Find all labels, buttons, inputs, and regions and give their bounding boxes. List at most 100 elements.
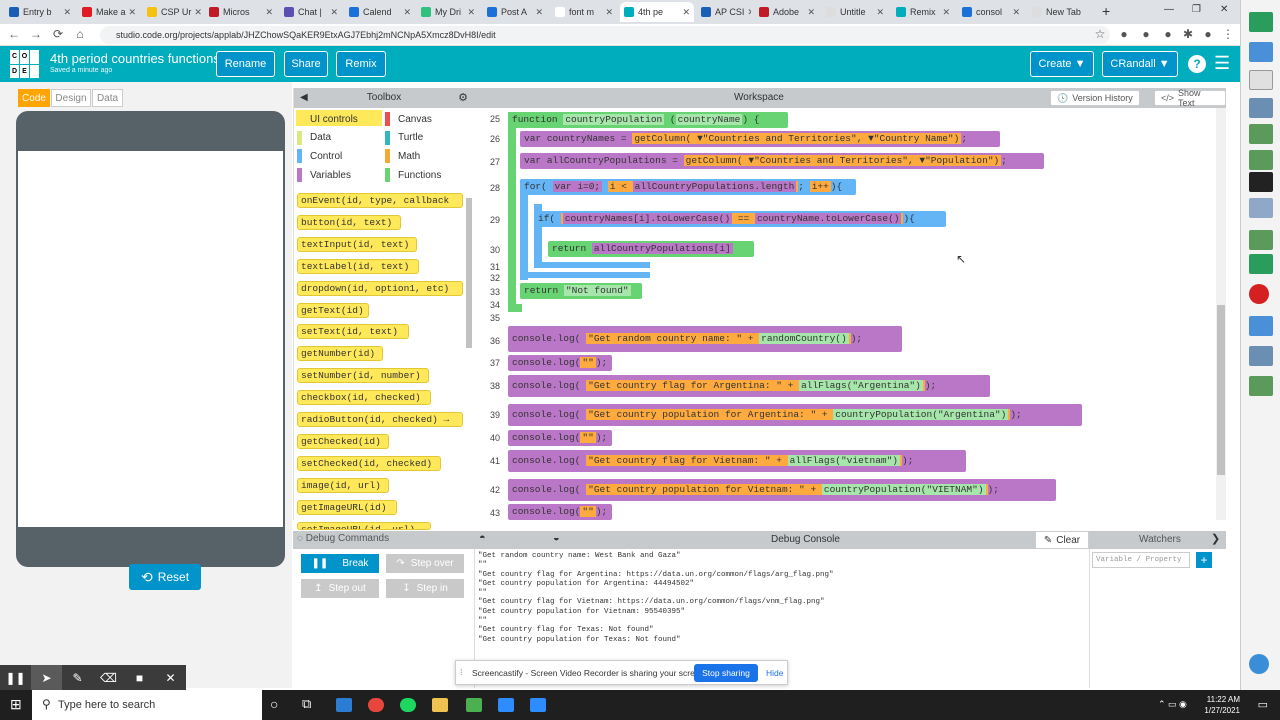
eraser-icon[interactable]: ⌫ xyxy=(93,665,124,691)
help-icon[interactable]: ? xyxy=(1188,55,1206,73)
console-log-block[interactable]: console.log( "Get country flag for Vietn… xyxy=(508,450,966,472)
monitor-icon[interactable] xyxy=(1249,98,1273,118)
console-log-block[interactable]: console.log(""); xyxy=(508,430,612,446)
terminal-icon[interactable] xyxy=(1249,172,1273,192)
minimize-icon[interactable]: — xyxy=(1164,4,1174,15)
hamburger-menu-icon[interactable]: ☰ xyxy=(1214,53,1230,74)
close-tab-icon[interactable]: ✕ xyxy=(873,7,884,18)
toolbox-block[interactable]: textLabel(id, text) xyxy=(297,258,419,274)
system-tray-icons[interactable]: ⌃ ▭ ◉ xyxy=(1158,699,1187,710)
cortana-icon[interactable]: ○ xyxy=(270,696,278,712)
reset-button[interactable]: ⟲ Reset xyxy=(129,564,201,590)
close-tab-icon[interactable]: ✕ xyxy=(804,7,815,18)
function-name[interactable]: countryPopulation xyxy=(563,114,665,125)
pen-icon[interactable]: ✎ xyxy=(62,665,93,691)
edge-icon[interactable] xyxy=(336,698,352,712)
toolbox-block[interactable]: button(id, text) xyxy=(297,214,401,230)
close-tab-icon[interactable]: ✕ xyxy=(400,7,411,18)
console-log-block[interactable]: console.log(""); xyxy=(508,355,612,371)
console-log-block[interactable]: console.log( "Get country population for… xyxy=(508,404,1082,426)
toolbox-category[interactable]: Control xyxy=(297,148,342,164)
close-tab-icon[interactable]: ✕ xyxy=(744,7,751,18)
user-menu[interactable]: CRandall ▼ xyxy=(1102,51,1178,77)
window-icon[interactable] xyxy=(1249,42,1273,62)
toolbox-block[interactable]: setImageURL(id, url) xyxy=(297,521,431,530)
toolbox-block[interactable]: onEvent(id, type, callback xyxy=(297,193,463,208)
collapse-toolbox-icon[interactable]: ◀ xyxy=(300,88,308,108)
close-tab-icon[interactable]: ✕ xyxy=(1009,7,1020,18)
toolbox-category[interactable]: Variables xyxy=(297,167,351,183)
globe-icon[interactable] xyxy=(1249,654,1269,674)
loop-condition[interactable]: i < allCountryPopulations.length xyxy=(607,181,799,192)
chrome-icon[interactable] xyxy=(368,698,384,712)
show-text-button[interactable]: </> Show Text xyxy=(1154,88,1226,108)
browser-tab[interactable]: consol ✕ xyxy=(958,2,1024,22)
string-literal[interactable]: "" xyxy=(580,506,596,517)
extension-icon[interactable]: ● xyxy=(1138,27,1154,41)
if-block[interactable]: if( countryNames[i].toLowerCase() == cou… xyxy=(534,211,946,227)
concat-expression[interactable]: "Get country flag for Argentina: " + all… xyxy=(586,380,925,391)
turtle-icon[interactable]: ◒ xyxy=(553,532,560,544)
collapse-watchers-icon[interactable]: ❯ xyxy=(1211,532,1220,545)
help-user-icon[interactable] xyxy=(1249,316,1273,336)
concat-expression[interactable]: "Get country population for Argentina: "… xyxy=(586,409,1011,420)
remix-button[interactable]: Remix xyxy=(336,51,386,77)
var-declaration-block[interactable]: var countryNames = getColumn( ▼"Countrie… xyxy=(520,131,1000,147)
design-mode-toggle[interactable]: Design xyxy=(51,89,91,107)
browser-tab[interactable]: CSP Ur ✕ xyxy=(143,2,201,22)
user-icon[interactable] xyxy=(1249,124,1273,144)
kebab-menu-icon[interactable]: ⋮ xyxy=(1220,27,1236,41)
back-icon[interactable]: ← xyxy=(6,27,22,41)
browser-tab[interactable]: 4th pe ✕ xyxy=(620,2,694,22)
create-dropdown[interactable]: Create ▼ xyxy=(1030,51,1094,77)
param-name[interactable]: countryName xyxy=(675,114,743,125)
browser-tab[interactable]: Post A ✕ xyxy=(483,2,547,22)
step-over-button[interactable]: ↷ Step over xyxy=(386,554,464,573)
toolbox-category[interactable]: Canvas xyxy=(385,111,432,127)
toolbox-block[interactable]: dropdown(id, option1, etc) xyxy=(297,280,463,296)
toolbox-block[interactable]: checkbox(id, checked) xyxy=(297,390,431,406)
getcolumn-call[interactable]: getColumn( ▼"Countries and Territories",… xyxy=(632,133,962,144)
close-tab-icon[interactable]: ✕ xyxy=(191,7,201,18)
add-watch-button[interactable]: + xyxy=(1196,552,1212,568)
toolbox-block[interactable]: setChecked(id, checked) xyxy=(297,455,441,471)
close-tab-icon[interactable]: ✕ xyxy=(532,7,543,18)
close-tab-icon[interactable]: ✕ xyxy=(126,7,137,18)
gear-icon[interactable]: ⚙ xyxy=(458,88,468,108)
cursor-icon[interactable]: ➤ xyxy=(31,665,62,691)
close-tab-icon[interactable]: ✕ xyxy=(464,7,475,18)
toolbox-block[interactable]: getImageURL(id) xyxy=(297,499,397,515)
browser-tab[interactable]: Make a ✕ xyxy=(78,2,140,22)
close-tab-icon[interactable]: ✕ xyxy=(939,7,950,18)
reload-icon[interactable]: ⟳ xyxy=(50,27,66,41)
code-org-logo[interactable]: C O D E xyxy=(10,50,39,78)
bookmark-star-icon[interactable]: ☆ xyxy=(1092,27,1108,41)
workspace-scroll-thumb[interactable] xyxy=(1217,305,1225,475)
share-button[interactable]: Share xyxy=(284,51,328,77)
task-view-icon[interactable]: ⧉ xyxy=(302,696,311,712)
camera-icon[interactable]: ■ xyxy=(124,665,155,691)
toolbox-category[interactable]: UI controls xyxy=(297,111,358,127)
close-tab-icon[interactable]: ✕ xyxy=(60,7,71,18)
browser-tab[interactable]: New Tab xyxy=(1028,2,1086,22)
console-log-block[interactable]: console.log( "Get country flag for Argen… xyxy=(508,375,990,397)
toolbox-category[interactable]: Math xyxy=(385,148,420,164)
return-value[interactable]: "Not found" xyxy=(563,285,631,296)
forward-icon[interactable]: → xyxy=(28,27,44,41)
rename-button[interactable]: Rename xyxy=(216,51,275,77)
toolbox-block[interactable]: getChecked(id) xyxy=(297,433,389,449)
toolbox-scrollbar[interactable] xyxy=(466,198,472,348)
string-literal[interactable]: "" xyxy=(580,357,596,368)
browser-tab[interactable]: My Dri ✕ xyxy=(417,2,479,22)
concat-expression[interactable]: "Get country population for Vietnam: " +… xyxy=(586,484,988,495)
extension-icon[interactable]: ● xyxy=(1116,27,1132,41)
browser-tab[interactable]: Entry b ✕ xyxy=(5,2,75,22)
home-icon[interactable]: ⌂ xyxy=(72,27,88,41)
code-workspace[interactable]: function countryPopulation (countryName)… xyxy=(504,108,1216,520)
toolbox-category[interactable]: Turtle xyxy=(385,130,423,146)
drag-handle-icon[interactable]: ⁞ xyxy=(460,667,463,677)
document-icon[interactable] xyxy=(1249,70,1273,90)
version-history-button[interactable]: 🕓 Version History xyxy=(1050,90,1140,106)
grid-app-icon[interactable] xyxy=(1249,254,1273,274)
break-button[interactable]: ❚❚ Break xyxy=(301,554,379,573)
